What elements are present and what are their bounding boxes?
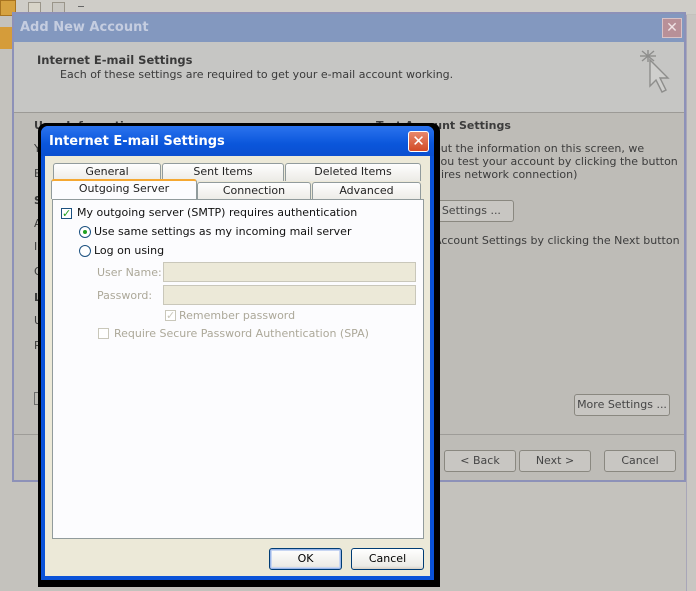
radio-log-on-using[interactable] xyxy=(79,245,91,257)
smtp-auth-label: My outgoing server (SMTP) requires authe… xyxy=(77,206,358,219)
smtp-auth-checkbox[interactable]: ✓ xyxy=(61,208,72,219)
tab-connection[interactable]: Connection xyxy=(197,182,311,200)
dialog-body: General Sent Items Deleted Items Outgoin… xyxy=(45,156,430,576)
wizard-header-title: Internet E-mail Settings xyxy=(37,53,193,67)
radio-same-settings[interactable] xyxy=(79,226,91,238)
wizard-close-button[interactable]: ✕ xyxy=(662,18,682,38)
ok-button[interactable]: OK xyxy=(269,548,342,570)
username-input[interactable] xyxy=(163,262,416,282)
radio-selected-dot xyxy=(83,230,87,234)
tab-panel-outgoing-server: ✓ My outgoing server (SMTP) requires aut… xyxy=(52,199,424,539)
tab-advanced[interactable]: Advanced xyxy=(312,182,421,200)
wizard-header-subtitle: Each of these settings are required to g… xyxy=(60,68,454,81)
wizard-cancel-button[interactable]: Cancel xyxy=(604,450,676,472)
test-text-line: you test your account by clicking the bu… xyxy=(434,155,678,168)
next-button-hint: Account Settings by clicking the Next bu… xyxy=(434,234,680,247)
toolbar-separator xyxy=(78,6,84,7)
password-label: Password: xyxy=(97,289,153,302)
wizard-title-bar: Add New Account ✕ xyxy=(14,14,684,42)
dialog-cancel-button[interactable]: Cancel xyxy=(351,548,424,570)
dialog-title-bar: Internet E-mail Settings ✕ xyxy=(41,126,434,156)
wizard-title: Add New Account xyxy=(20,20,149,35)
password-input[interactable] xyxy=(163,285,416,305)
dialog-close-button[interactable]: ✕ xyxy=(408,131,429,152)
test-text-line: uires network connection) xyxy=(434,168,578,181)
internet-email-settings-dialog: Internet E-mail Settings ✕ General Sent … xyxy=(41,126,434,580)
test-text-line: out the information on this screen, we xyxy=(434,142,645,155)
background-nav-button xyxy=(0,27,12,49)
next-button[interactable]: Next > xyxy=(519,450,591,472)
tab-outgoing-server[interactable]: Outgoing Server xyxy=(51,179,197,199)
username-label: User Name: xyxy=(97,266,162,279)
spa-checkbox[interactable] xyxy=(98,328,109,339)
close-icon: ✕ xyxy=(412,132,425,150)
remember-password-checkbox[interactable]: ✓ xyxy=(165,310,176,321)
dialog-title: Internet E-mail Settings xyxy=(49,134,225,149)
more-settings-button[interactable]: More Settings ... xyxy=(574,394,670,416)
check-icon: ✓ xyxy=(62,207,72,220)
check-icon: ✓ xyxy=(166,309,176,322)
cursor-sparkle-icon xyxy=(640,50,670,93)
wizard-header: Internet E-mail Settings Each of these s… xyxy=(14,42,684,113)
tab-deleted-items[interactable]: Deleted Items xyxy=(285,163,421,181)
background-scrollbar xyxy=(686,15,696,591)
radio-same-settings-label: Use same settings as my incoming mail se… xyxy=(94,225,352,238)
remember-password-label: Remember password xyxy=(179,309,296,322)
back-button[interactable]: < Back xyxy=(444,450,516,472)
radio-log-on-using-label: Log on using xyxy=(94,244,165,257)
spa-label: Require Secure Password Authentication (… xyxy=(114,327,369,340)
close-icon: ✕ xyxy=(666,20,678,36)
